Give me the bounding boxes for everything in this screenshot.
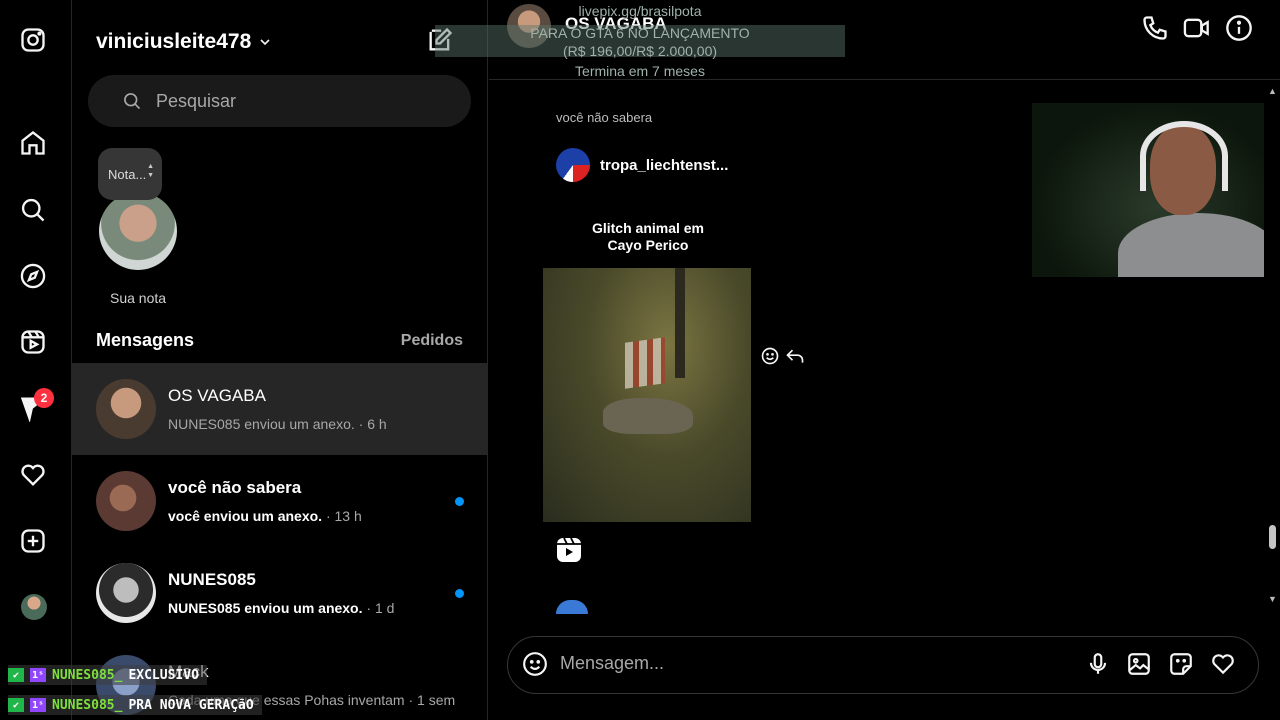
chat-area: OS VAGABA você não sabera tropa_liechten… [489, 0, 1280, 720]
reels-icon[interactable] [556, 537, 582, 563]
create-icon[interactable] [18, 526, 48, 556]
reel-thumbnail[interactable] [543, 268, 751, 522]
emoji-react-icon[interactable] [760, 346, 782, 368]
conversation-avatar [96, 379, 156, 439]
conversation-name: NUNES085 [168, 570, 256, 589]
conversation-avatar [96, 563, 156, 623]
conversation-row[interactable]: você não sabera você enviou um anexo. · … [72, 455, 488, 547]
info-icon[interactable] [1225, 14, 1255, 44]
preview-time: · 6 h [358, 416, 387, 432]
explore-icon[interactable] [18, 261, 48, 291]
profile-avatar[interactable] [21, 594, 47, 620]
conversation-avatar [96, 471, 156, 531]
search-input[interactable] [156, 90, 436, 112]
new-message-button[interactable] [426, 26, 460, 60]
reel-scene-barrier [625, 337, 665, 389]
conversation-name: OS VAGABA [168, 386, 266, 405]
phone-icon[interactable] [1141, 14, 1171, 44]
sub-badge-icon: 1ˢ [30, 698, 46, 712]
stream-chat-line: ✔ 1ˢ NUNES085_ PRA NOVA GERAÇãO [8, 695, 262, 715]
note-avatar [99, 192, 177, 270]
unread-dot [455, 589, 464, 598]
reel-caption-line: Cayo Perico [607, 237, 689, 253]
message-composer [507, 636, 1259, 694]
like-heart-icon[interactable] [1210, 651, 1238, 679]
shared-author-avatar [556, 148, 590, 182]
instagram-icon[interactable] [18, 25, 48, 55]
stream-chat-user: NUNES085_ [52, 697, 123, 713]
preview-time: · 1 d [366, 600, 395, 616]
preview-time: · 1 sem [408, 692, 456, 708]
conversation-preview: NUNES085 enviou um anexo. · 6 h [168, 416, 387, 432]
webcam-body [1118, 213, 1278, 277]
search-bar[interactable] [88, 75, 471, 127]
search-icon[interactable] [18, 195, 48, 225]
note-label: Sua nota [110, 290, 167, 306]
note-bubble-text: Nota... [108, 166, 147, 182]
conversations-panel: viniciusleite478 Nota... ▲▼ Sua nota Men… [72, 0, 488, 720]
conversation-preview: NUNES085 enviou um anexo. · 1 d [168, 600, 394, 616]
stream-chat-message: PRA NOVA GERAÇãO [128, 697, 254, 713]
check-badge-icon: ✔ [8, 698, 24, 712]
stream-chat-line: ✔ 1ˢ NUNES085_ EXCLUSIVO [8, 665, 207, 685]
chat-avatar[interactable] [507, 4, 551, 48]
preview-text: NUNES085 enviou um anexo. [168, 416, 355, 432]
left-nav-rail: 2 [0, 0, 72, 720]
messages-badge: 2 [34, 388, 54, 408]
message-input[interactable] [560, 653, 1060, 674]
shared-author-name: tropa_liechtenst... [600, 156, 729, 174]
message-sender-label: você não sabera [556, 110, 653, 125]
conversation-preview: você enviou um anexo. · 13 h [168, 508, 362, 524]
reels-icon[interactable] [18, 327, 48, 357]
account-switcher[interactable]: viniciusleite478 [96, 30, 271, 54]
conversation-row[interactable]: OS VAGABA NUNES085 enviou um anexo. · 6 … [72, 363, 488, 455]
webcam-headphones [1140, 121, 1228, 191]
chat-scrollbar[interactable]: ▲ ▼ [1264, 80, 1280, 615]
note-scroll-icon: ▲ ▼ [147, 163, 154, 179]
conversation-name: Mack [168, 662, 455, 682]
messages-heading: Mensagens [96, 330, 195, 350]
preview-text: você enviou um anexo. [168, 508, 323, 524]
check-badge-icon: ✔ [8, 668, 24, 682]
conversation-row[interactable]: NUNES085 NUNES085 enviou um anexo. · 1 d [72, 547, 488, 639]
heart-icon[interactable] [18, 460, 48, 490]
streamer-webcam [1032, 103, 1280, 277]
stream-chat-message: EXCLUSIVO [128, 667, 199, 683]
video-call-icon[interactable] [1182, 14, 1212, 44]
chevron-down-icon [260, 39, 270, 46]
preview-text: NUNES085 enviou um anexo. [168, 600, 363, 616]
search-icon [124, 93, 141, 110]
reel-scene-animal [603, 398, 693, 434]
account-username: viniciusleite478 [96, 30, 252, 53]
scroll-down-icon[interactable]: ▼ [1268, 594, 1277, 604]
compose-icon [429, 27, 453, 51]
unread-dot [455, 497, 464, 506]
scroll-up-icon[interactable]: ▲ [1268, 86, 1277, 96]
reel-scene-post [675, 268, 685, 378]
next-message-avatar [556, 600, 588, 614]
home-icon[interactable] [18, 128, 48, 158]
chat-header: OS VAGABA [489, 0, 1280, 80]
microphone-icon[interactable] [1085, 651, 1113, 679]
emoji-icon[interactable] [522, 651, 550, 679]
reply-icon[interactable] [785, 346, 807, 368]
image-icon[interactable] [1126, 651, 1154, 679]
note-bubble[interactable]: Nota... ▲ ▼ [98, 148, 162, 200]
requests-link[interactable]: Pedidos [401, 332, 463, 350]
scroll-thumb[interactable] [1269, 525, 1276, 549]
conversation-name: você não sabera [168, 478, 302, 497]
shared-reel-author[interactable]: tropa_liechtenst... [556, 148, 728, 182]
reel-caption-line: Glitch animal em [591, 220, 705, 236]
reel-caption: Glitch animal em Cayo Perico [544, 220, 752, 254]
stream-chat-user: NUNES085_ [52, 667, 123, 683]
preview-time: · 13 h [325, 508, 362, 524]
sticker-icon[interactable] [1168, 651, 1196, 679]
sub-badge-icon: 1ˢ [30, 668, 46, 682]
chat-title[interactable]: OS VAGABA [565, 14, 667, 34]
